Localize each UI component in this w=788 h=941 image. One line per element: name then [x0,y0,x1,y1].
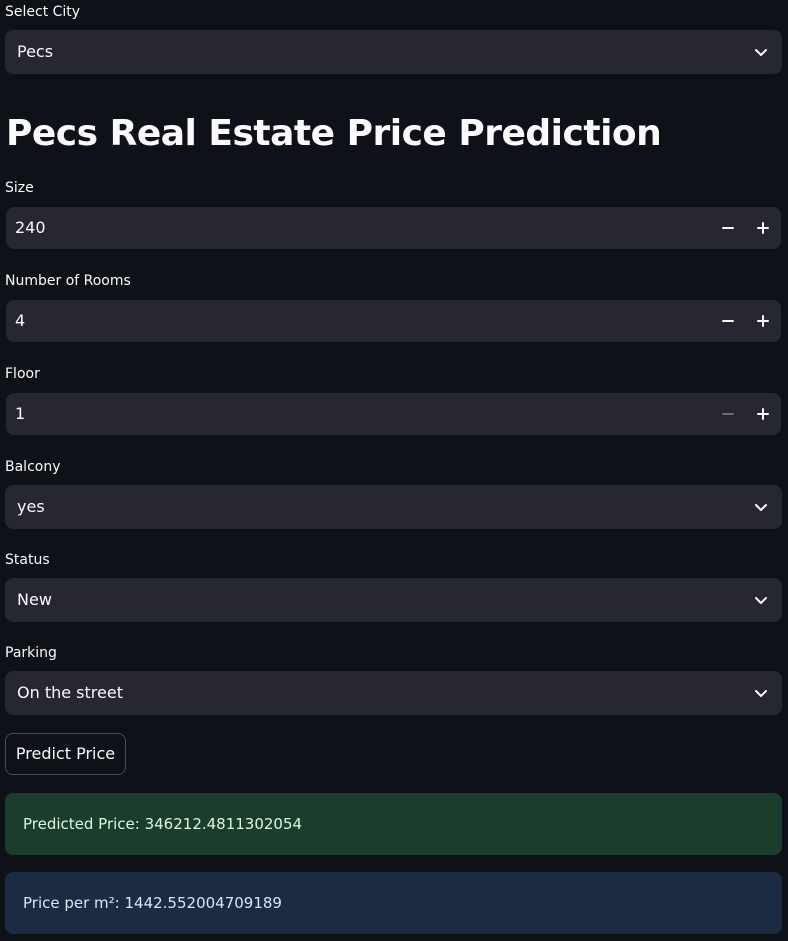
city-label: Select City [5,4,81,20]
page-title: Pecs Real Estate Price Prediction [6,113,662,154]
rooms-value: 4 [15,311,26,330]
city-select[interactable]: Pecs [5,30,782,74]
minus-icon [722,413,734,415]
plus-icon [757,222,769,234]
size-value: 240 [15,218,46,237]
size-label: Size [5,180,34,196]
plus-icon [757,408,769,420]
status-label: Status [5,552,50,568]
chevron-down-icon [755,690,767,697]
predicted-price-alert: Predicted Price: 346212.4811302054 [5,793,782,855]
price-per-m2-alert: Price per m²: 1442.552004709189 [5,872,782,934]
balcony-select-value: yes [17,497,45,516]
rooms-stepper[interactable]: 4 [6,300,781,342]
parking-select-value: On the street [17,683,123,702]
minus-icon [722,320,734,322]
size-increment-button[interactable] [746,207,780,249]
balcony-label: Balcony [5,459,61,475]
chevron-down-icon [755,597,767,604]
city-select-value: Pecs [17,42,54,61]
rooms-decrement-button[interactable] [711,300,745,342]
status-select[interactable]: New [5,578,782,622]
floor-decrement-button[interactable] [711,393,745,435]
parking-label: Parking [5,645,57,661]
predict-price-button[interactable]: Predict Price [5,733,126,775]
floor-stepper[interactable]: 1 [6,393,781,435]
rooms-increment-button[interactable] [746,300,780,342]
status-select-value: New [17,590,52,609]
chevron-down-icon [755,504,767,511]
rooms-label: Number of Rooms [5,273,131,289]
size-decrement-button[interactable] [711,207,745,249]
parking-select[interactable]: On the street [5,671,782,715]
size-stepper[interactable]: 240 [6,207,781,249]
floor-increment-button[interactable] [746,393,780,435]
plus-icon [757,315,769,327]
floor-value: 1 [15,404,26,423]
app-page: Select City Pecs Pecs Real Estate Price … [0,0,788,941]
minus-icon [722,227,734,229]
balcony-select[interactable]: yes [5,485,782,529]
chevron-down-icon [755,49,767,56]
floor-label: Floor [5,366,40,382]
